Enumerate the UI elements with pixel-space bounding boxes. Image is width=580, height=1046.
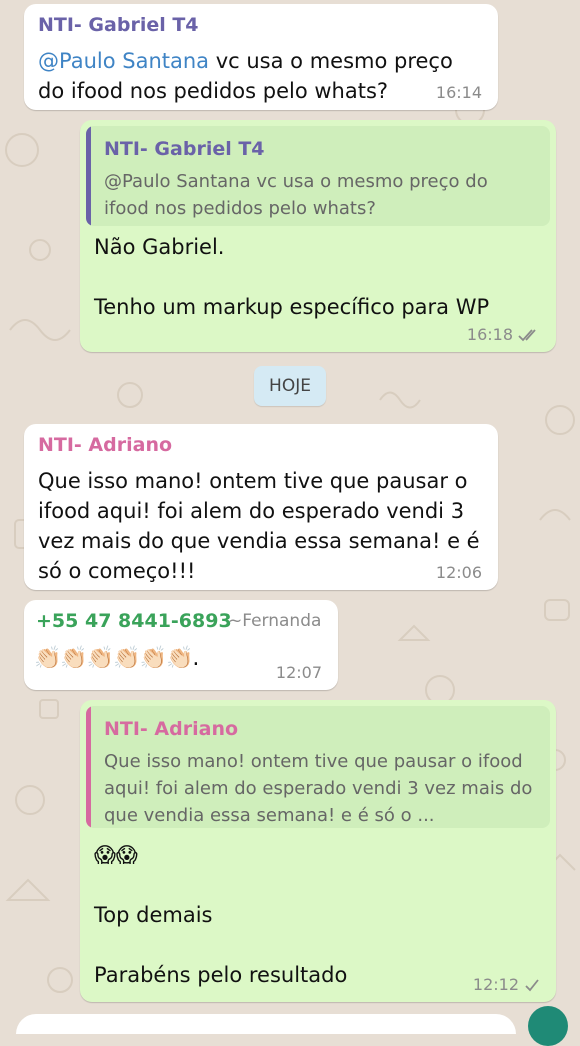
message-time: 16:14 [435, 83, 482, 102]
message-bubble[interactable]: NTI- Adriano Que isso mano! ontem tive q… [24, 424, 498, 590]
quote-bar [86, 706, 91, 828]
quote-sender: NTI- Gabriel T4 [104, 138, 265, 160]
message-input-bar-edge [16, 1014, 516, 1034]
quoted-message[interactable]: NTI- Gabriel T4 @Paulo Santana vc usa o … [86, 126, 550, 226]
message-meta: 16:18 [467, 325, 540, 344]
sender-push-name: ~Fernanda [228, 611, 322, 631]
sender-name[interactable]: NTI- Gabriel T4 [38, 14, 199, 36]
message-text: 😱😱 Top demais Parabéns pelo resultado [94, 843, 348, 987]
double-check-icon [518, 328, 536, 341]
quote-text: Que isso mano! ontem tive que pausar o i… [104, 751, 533, 826]
message-time: 12:12 [472, 975, 519, 994]
send-button[interactable] [528, 1006, 568, 1046]
message-bubble[interactable]: NTI- Gabriel T4 @Paulo Santana vc usa o … [24, 4, 498, 110]
message-bubble[interactable]: NTI- Adriano Que isso mano! ontem tive q… [80, 700, 556, 1002]
message-meta: 12:12 [473, 975, 540, 994]
message-text: Que isso mano! ontem tive que pausar o i… [38, 469, 487, 583]
message-text: 👏🏻👏🏻👏🏻👏🏻👏🏻👏🏻. [34, 646, 199, 671]
sender-name[interactable]: NTI- Adriano [38, 434, 172, 456]
date-divider: HOJE [254, 366, 326, 406]
message-meta: 16:14 [436, 83, 482, 102]
quoted-message[interactable]: NTI- Adriano Que isso mano! ontem tive q… [86, 706, 550, 828]
quote-sender: NTI- Adriano [104, 718, 239, 740]
sender-phone[interactable]: +55 47 8441-6893 [36, 610, 232, 632]
quote-bar [86, 126, 91, 226]
check-icon [525, 978, 539, 991]
message-time: 16:18 [466, 325, 513, 344]
message-time: 12:06 [435, 563, 482, 582]
mention-link[interactable]: @Paulo Santana [38, 49, 209, 73]
message-bubble[interactable]: +55 47 8441-6893 ~Fernanda 👏🏻👏🏻👏🏻👏🏻👏🏻👏🏻.… [24, 600, 338, 690]
message-meta: 12:07 [276, 663, 322, 682]
message-bubble[interactable]: NTI- Gabriel T4 @Paulo Santana vc usa o … [80, 120, 556, 352]
message-time: 12:07 [275, 663, 322, 682]
quote-text: @Paulo Santana vc usa o mesmo preço do i… [104, 171, 488, 219]
message-text: Não Gabriel. Tenho um markup específico … [94, 235, 490, 319]
message-meta: 12:06 [436, 563, 482, 582]
message-text: @Paulo Santana vc usa o mesmo preço do i… [38, 46, 478, 106]
